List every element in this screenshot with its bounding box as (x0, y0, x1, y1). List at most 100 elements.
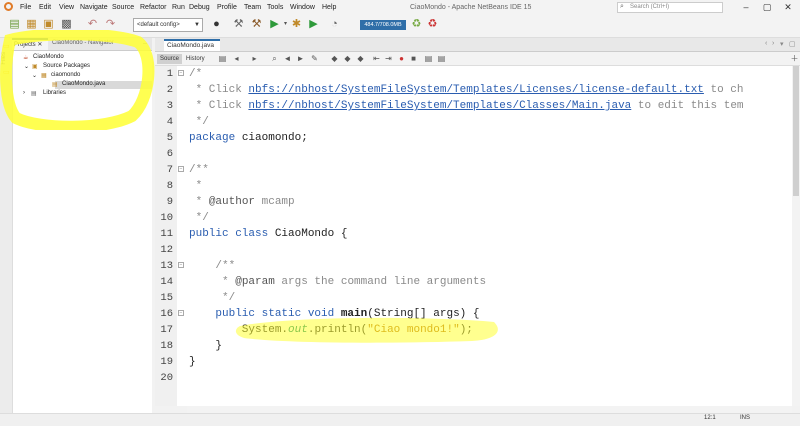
stop-macro-icon[interactable]: ■ (409, 54, 418, 63)
debug-icon[interactable]: ✱ (290, 18, 303, 31)
comment-icon[interactable]: ▤ (424, 54, 433, 63)
fold-icon[interactable]: − (178, 310, 184, 316)
shift-right-icon[interactable]: ⇥ (384, 54, 393, 63)
fold-icon[interactable]: − (178, 166, 184, 172)
last-edit-icon[interactable]: ▤ (218, 54, 227, 63)
profile-gauge-icon[interactable]: ◔ (328, 18, 341, 31)
save-all-icon[interactable]: ▩ (60, 18, 73, 31)
menu-source[interactable]: Source (112, 4, 134, 11)
menu-team[interactable]: Team (244, 4, 261, 11)
line-number: 18 (160, 340, 173, 352)
uncomment-icon[interactable]: ▤ (437, 54, 446, 63)
files-side-tab[interactable]: Files (1, 52, 7, 65)
insert-mode[interactable]: INS (740, 415, 750, 421)
license-link[interactable]: nbfs://nbhost/SystemFileSystem/Templates… (248, 84, 703, 96)
new-project-icon[interactable]: ▦ (25, 18, 38, 31)
maximize-editor-icon[interactable]: ▢ (789, 40, 796, 48)
record-macro-icon[interactable]: ● (397, 54, 406, 63)
memory-usage-bar[interactable]: 484.7/708.0MB (360, 20, 406, 30)
undo-icon[interactable]: ↶ (86, 18, 99, 31)
keyword: package (189, 132, 236, 144)
split-editor-icon[interactable]: ＋ (790, 54, 799, 63)
scroll-tabs-left-icon[interactable]: ‹ (765, 40, 767, 47)
chevron-down-icon: ▼ (194, 22, 200, 28)
netbeans-logo-icon (4, 2, 13, 11)
close-icon[interactable]: ✕ (37, 42, 42, 48)
fold-icon[interactable]: − (178, 262, 184, 268)
minimize-button[interactable]: – (740, 1, 752, 13)
java-file-icon: ▤ (52, 82, 58, 88)
code-line-14: * @param args the command line arguments (189, 276, 486, 288)
toggle-highlight-icon[interactable]: ✎ (310, 54, 319, 63)
tree-item-libraries[interactable]: Libraries (43, 90, 66, 96)
tab-navigator[interactable]: CiaoMondo - Navigator (52, 40, 114, 46)
code-line-3: * Click nbfs://nbhost/SystemFileSystem/T… (189, 100, 744, 112)
menu-file[interactable]: File (20, 4, 31, 11)
menu-window[interactable]: Window (290, 4, 315, 11)
tree-item-package[interactable]: ciaomondo (51, 72, 80, 78)
globe-icon[interactable]: ● (210, 18, 223, 31)
line-number: 16 (160, 308, 173, 320)
tree-item-file[interactable]: CiaoMondo.java (62, 81, 105, 87)
code-line-17: System.out.println("Ciao mondo1!"); (189, 324, 473, 336)
expand-icon[interactable]: ⌄ (32, 72, 37, 79)
menu-profile[interactable]: Profile (217, 4, 237, 11)
find-previous-icon[interactable]: ◄ (283, 54, 292, 63)
code-editor[interactable]: /* * Click nbfs://nbhost/SystemFileSyste… (187, 66, 792, 406)
new-file-icon[interactable]: ▤ (8, 18, 21, 31)
find-icon[interactable]: ⌕ (270, 54, 279, 63)
find-next-icon[interactable]: ► (296, 54, 305, 63)
fold-icon[interactable]: − (178, 70, 184, 76)
horizontal-scrollbar[interactable] (187, 406, 792, 413)
search-box[interactable]: ⌕ Search (Ctrl+I) (617, 2, 723, 13)
next-bookmark-icon[interactable]: ◆ (343, 54, 352, 63)
comment-text: * Click (189, 84, 249, 96)
minimize-panel-icon[interactable]: – (143, 40, 147, 47)
fold-margin: − − − − (177, 66, 187, 406)
search-input[interactable]: Search (Ctrl+I) (630, 4, 669, 10)
prev-bookmark-icon[interactable]: ◆ (330, 54, 339, 63)
redo-icon[interactable]: ↷ (104, 18, 117, 31)
tab-list-icon[interactable]: ▾ (780, 40, 784, 48)
config-select[interactable]: <default config> ▼ (133, 18, 203, 32)
template-link[interactable]: nbfs://nbhost/SystemFileSystem/Templates… (248, 100, 631, 112)
scroll-tabs-right-icon[interactable]: › (772, 40, 774, 47)
maximize-button[interactable]: ▢ (761, 1, 773, 13)
line-number: 14 (160, 276, 173, 288)
expand-icon[interactable]: ⌄ (24, 63, 29, 70)
open-project-icon[interactable]: ▣ (42, 18, 55, 31)
tab-projects[interactable]: Projects ✕ (12, 38, 48, 50)
toggle-bookmark-icon[interactable]: ◆ (356, 54, 365, 63)
menu-debug[interactable]: Debug (189, 4, 210, 11)
cursor-position[interactable]: 12:1 (704, 415, 716, 421)
menu-run[interactable]: Run (172, 4, 185, 11)
forward-icon[interactable]: ▸ (250, 54, 259, 63)
code-line-1: /* (189, 68, 203, 80)
history-button[interactable]: History (186, 54, 205, 64)
class-name: CiaoMondo (268, 228, 335, 240)
menu-refactor[interactable]: Refactor (140, 4, 166, 11)
menu-help[interactable]: Help (322, 4, 336, 11)
tree-item-project[interactable]: CiaoMondo (33, 54, 64, 60)
vertical-scroll-thumb[interactable] (793, 66, 799, 196)
source-button[interactable]: Source (157, 54, 182, 64)
code-text: { (334, 228, 348, 240)
build-hammer-icon[interactable]: ⚒ (232, 18, 245, 31)
tab-ciaomondo-java[interactable]: CiaoMondo.java ✕ (164, 39, 220, 59)
back-icon[interactable]: ◂ (232, 54, 241, 63)
tree-item-source-packages[interactable]: Source Packages (43, 63, 90, 69)
clean-build-icon[interactable]: ⚒ (250, 18, 263, 31)
stop-gc-icon[interactable]: ♻ (426, 18, 439, 31)
profile-icon[interactable]: ▶ (307, 18, 320, 31)
collapse-icon[interactable]: › (23, 90, 25, 96)
menu-tools[interactable]: Tools (267, 4, 283, 11)
menu-view[interactable]: View (59, 4, 74, 11)
menu-navigate[interactable]: Navigate (80, 4, 108, 11)
menu-edit[interactable]: Edit (39, 4, 51, 11)
shift-left-icon[interactable]: ⇤ (372, 54, 381, 63)
comment-text: mcamp (255, 196, 295, 208)
gc-icon[interactable]: ♻ (410, 18, 423, 31)
close-window-button[interactable]: ✕ (782, 1, 794, 13)
services-icon[interactable]: ▭ (3, 68, 10, 76)
code-line-5: package ciaomondo; (189, 132, 308, 144)
